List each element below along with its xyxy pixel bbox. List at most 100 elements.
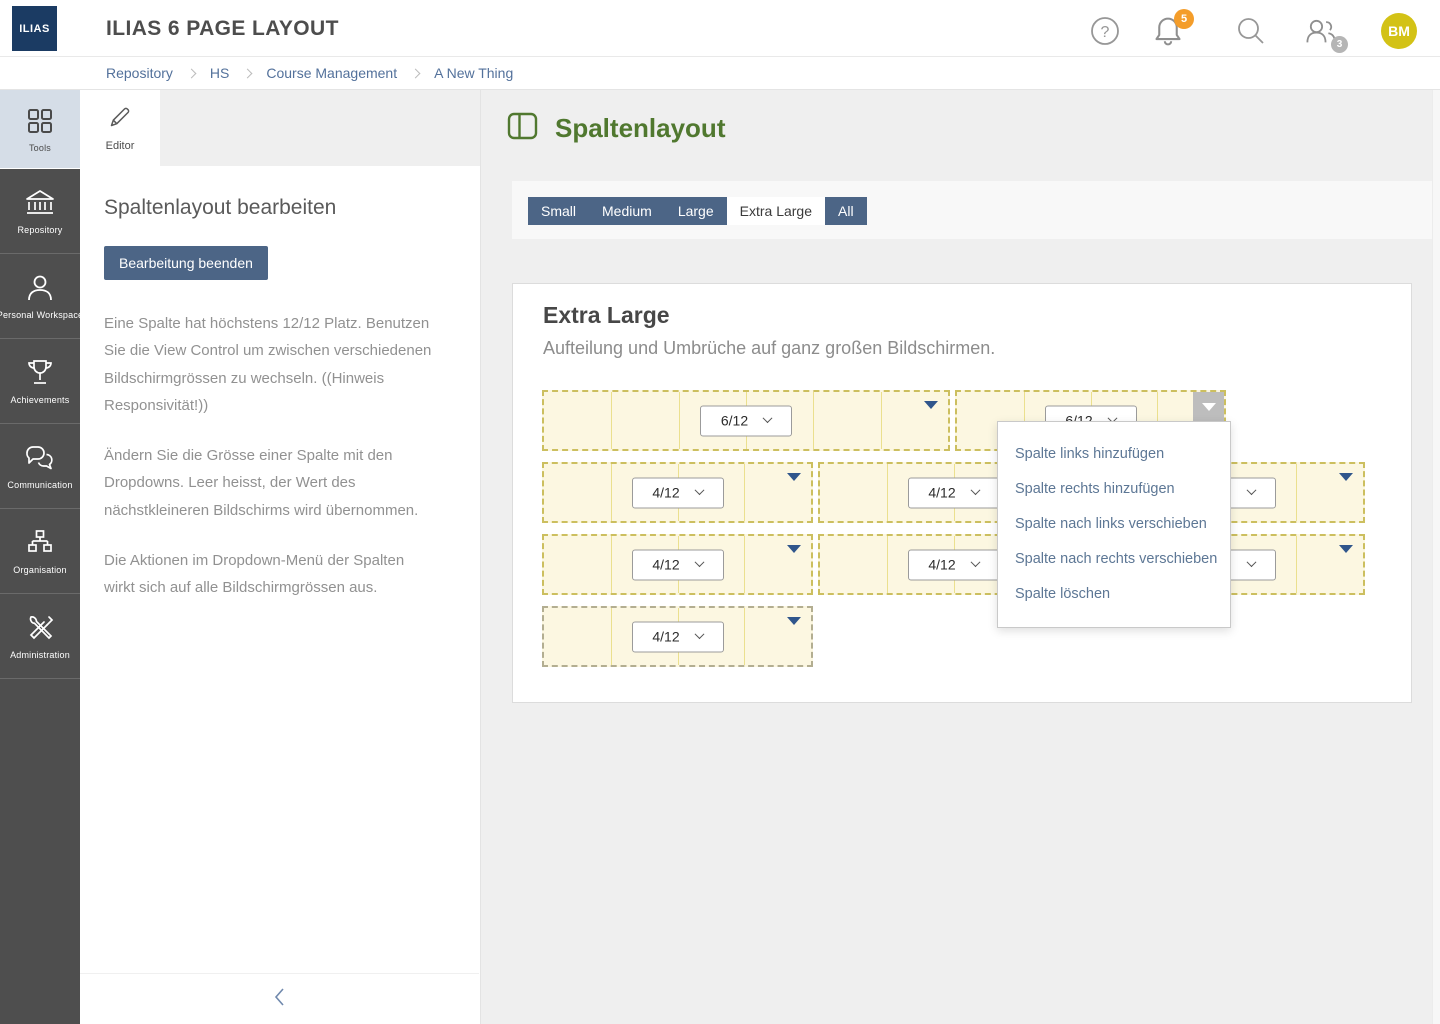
column-guide-line: [744, 536, 745, 593]
chevron-down-icon: [694, 557, 704, 567]
main-menu-rail: Tools Repository Personal Workspace Achi…: [0, 90, 80, 1024]
panel-footer: [80, 973, 479, 1024]
breadcrumb-link-hs[interactable]: HS: [210, 65, 229, 81]
ilias-page-layout-app: ILIAS ILIAS 6 PAGE LAYOUT ? 5 3 BM: [0, 0, 1440, 1024]
chevron-down-icon: [1246, 485, 1256, 495]
top-header: ILIAS ILIAS 6 PAGE LAYOUT ? 5 3 BM: [0, 0, 1440, 57]
search-icon: [1235, 34, 1267, 51]
column-size-select[interactable]: 4/12: [632, 549, 724, 580]
column-size-select[interactable]: 4/12: [908, 549, 1000, 580]
menu-item[interactable]: Spalte rechts hinzufügen: [998, 472, 1230, 507]
sidebar-item-achievements[interactable]: Achievements: [0, 339, 80, 424]
card-subtitle: Aufteilung und Umbrüche auf ganz großen …: [543, 338, 995, 359]
crossed-tools-icon: [24, 613, 56, 643]
help-paragraph: Ändern Sie die Grösse einer Spalte mit d…: [104, 442, 438, 524]
breadcrumb-link-repository[interactable]: Repository: [106, 65, 173, 81]
column-guide-line: [611, 464, 612, 521]
view-control-segment-extra-large[interactable]: Extra Large: [727, 197, 825, 225]
column-guide-line: [1296, 464, 1297, 521]
sidebar-item-administration[interactable]: Administration: [0, 594, 80, 679]
ilias-logo[interactable]: ILIAS: [12, 6, 57, 51]
sidebar-item-repository[interactable]: Repository: [0, 169, 80, 254]
panel-heading: Spaltenlayout bearbeiten: [104, 196, 456, 220]
view-control-segment-large[interactable]: Large: [665, 197, 727, 225]
help-button[interactable]: ?: [1089, 15, 1123, 49]
column-menu-button[interactable]: [787, 545, 801, 553]
column-guide-line: [611, 536, 612, 593]
column-guide-line: [881, 392, 882, 449]
column-guide-line: [813, 392, 814, 449]
chevron-left-icon: [274, 987, 286, 1012]
bell-icon: [1152, 36, 1184, 53]
column-actions-menu: Spalte links hinzufügenSpalte rechts hin…: [997, 421, 1231, 628]
layout-row: 4/12: [542, 606, 1366, 667]
person-icon: [24, 273, 56, 303]
chat-bubbles-icon: [23, 443, 57, 473]
view-control-strip: SmallMediumLargeExtra LargeAll: [512, 181, 1432, 239]
column-box: 6/12: [542, 390, 950, 451]
breadcrumb-link-course-management[interactable]: Course Management: [266, 65, 397, 81]
view-control-segment-medium[interactable]: Medium: [589, 197, 665, 225]
layout-row: 4/124/124/12: [542, 462, 1366, 523]
collapse-panel-button[interactable]: [274, 987, 286, 1012]
main-content: Spaltenlayout SmallMediumLargeExtra Larg…: [481, 90, 1440, 1024]
end-editing-button[interactable]: Bearbeitung beenden: [104, 246, 268, 280]
chevron-down-icon: [694, 629, 704, 639]
column-guide-line: [611, 608, 612, 665]
column-box: 4/12: [542, 606, 813, 667]
sidebar-item-organisation[interactable]: Organisation: [0, 509, 80, 594]
column-menu-button[interactable]: [924, 401, 938, 409]
extra-large-card: Extra Large Aufteilung und Umbrüche auf …: [512, 283, 1412, 703]
column-menu-button-open[interactable]: [1193, 392, 1224, 421]
column-box: 4/12: [542, 534, 813, 595]
contacts-count-badge: 3: [1331, 36, 1348, 53]
tab-editor[interactable]: Editor: [80, 90, 160, 166]
org-chart-icon: [24, 528, 56, 558]
column-size-select[interactable]: 4/12: [632, 477, 724, 508]
breadcrumb: Repository HS Course Management A New Th…: [0, 57, 1440, 90]
column-guide-line: [887, 536, 888, 593]
column-menu-button[interactable]: [787, 473, 801, 481]
help-paragraph: Die Aktionen im Dropdown-Menü der Spalte…: [104, 547, 438, 602]
sidebar-item-tools[interactable]: Tools: [0, 90, 80, 169]
column-size-select[interactable]: 6/12: [700, 405, 792, 436]
bank-icon: [24, 188, 56, 218]
sidebar-item-personal-workspace[interactable]: Personal Workspace: [0, 254, 80, 339]
chevron-down-icon: [970, 557, 980, 567]
layout-rows: 6/126/124/124/124/124/124/124/124/12: [542, 390, 1366, 678]
notifications-button[interactable]: 5: [1152, 15, 1186, 49]
chevron-right-icon: [186, 68, 196, 78]
screen-size-view-control: SmallMediumLargeExtra LargeAll: [528, 197, 867, 225]
sidebar-item-communication[interactable]: Communication: [0, 424, 80, 509]
user-avatar[interactable]: BM: [1381, 13, 1417, 49]
search-button[interactable]: [1235, 15, 1269, 49]
scrollbar-track[interactable]: [1432, 90, 1440, 1024]
menu-item[interactable]: Spalte löschen: [998, 577, 1230, 612]
menu-item[interactable]: Spalte links hinzufügen: [998, 437, 1230, 472]
view-control-segment-small[interactable]: Small: [528, 197, 589, 225]
column-size-select[interactable]: 4/12: [908, 477, 1000, 508]
column-guide-line: [744, 464, 745, 521]
column-guide-line: [887, 464, 888, 521]
view-control-segment-all[interactable]: All: [825, 197, 867, 225]
layout-row: 4/124/124/12: [542, 534, 1366, 595]
column-menu-button[interactable]: [1339, 545, 1353, 553]
content-title: Spaltenlayout: [555, 113, 725, 144]
column-menu-button[interactable]: [787, 617, 801, 625]
column-menu-button[interactable]: [1339, 473, 1353, 481]
contacts-button[interactable]: 3: [1304, 15, 1338, 49]
pencil-icon: [107, 104, 133, 135]
menu-item[interactable]: Spalte nach links verschieben: [998, 507, 1230, 542]
editor-panel-tabs: Editor: [80, 90, 480, 166]
breadcrumb-link-a-new-thing[interactable]: A New Thing: [434, 65, 513, 81]
column-size-select[interactable]: 4/12: [632, 621, 724, 652]
chevron-down-icon: [694, 485, 704, 495]
column-guide-line: [1296, 536, 1297, 593]
page-title-header: ILIAS 6 PAGE LAYOUT: [106, 0, 339, 57]
layout-row: 6/126/12: [542, 390, 1366, 451]
chevron-down-icon: [1246, 557, 1256, 567]
column-layout-icon: [507, 112, 538, 145]
menu-item[interactable]: Spalte nach rechts verschieben: [998, 542, 1230, 577]
grid-icon: [25, 106, 55, 136]
notification-count-badge: 5: [1174, 9, 1194, 29]
